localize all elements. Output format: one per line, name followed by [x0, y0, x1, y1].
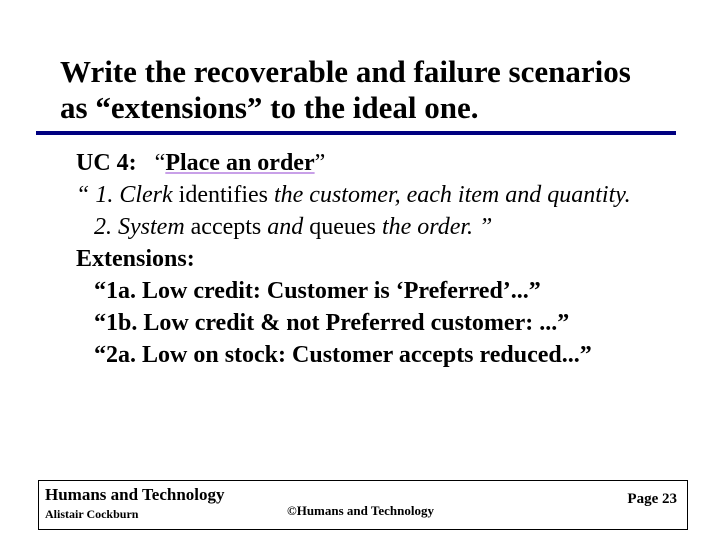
- footer: Humans and Technology Alistair Cockburn …: [38, 480, 688, 530]
- slide-title: Write the recoverable and failure scenar…: [60, 54, 660, 125]
- footer-page: Page 23: [627, 491, 677, 508]
- uc-number: UC 4:: [76, 150, 137, 176]
- uc-heading: UC 4: “Place an order”: [76, 148, 686, 178]
- footer-copyright: ©Humans and Technology: [287, 503, 434, 519]
- step1-keyword: identifies: [179, 182, 268, 208]
- step-2: 2. System accepts and queues the order. …: [76, 212, 686, 242]
- step2-mid: and: [261, 214, 309, 240]
- step2-a: 2. System: [94, 214, 191, 240]
- extension-1b: “1b. Low credit & not Preferred customer…: [76, 308, 686, 338]
- step2-end: the order. ”: [376, 214, 492, 240]
- step1-open: “ 1. Clerk: [76, 182, 179, 208]
- uc-quote-open: “: [155, 150, 166, 176]
- extension-1a: “1a. Low credit: Customer is ‘Preferred’…: [76, 276, 686, 306]
- step2-kw1: accepts: [191, 214, 262, 240]
- title-block: Write the recoverable and failure scenar…: [60, 54, 660, 135]
- step2-kw2: queues: [309, 214, 376, 240]
- slide: Write the recoverable and failure scenar…: [0, 0, 720, 540]
- extensions-label: Extensions:: [76, 244, 686, 274]
- step1-rest: the customer, each item and quantity.: [268, 182, 631, 208]
- uc-title: Place an order: [165, 150, 314, 176]
- footer-org: Humans and Technology: [45, 485, 225, 505]
- body-block: UC 4: “Place an order” “ 1. Clerk identi…: [76, 148, 686, 372]
- footer-author: Alistair Cockburn: [45, 507, 138, 522]
- step-1: “ 1. Clerk identifies the customer, each…: [76, 180, 686, 210]
- uc-quote-close: ”: [315, 150, 326, 176]
- title-underline: [36, 131, 676, 135]
- extension-2a: “2a. Low on stock: Customer accepts redu…: [76, 340, 686, 370]
